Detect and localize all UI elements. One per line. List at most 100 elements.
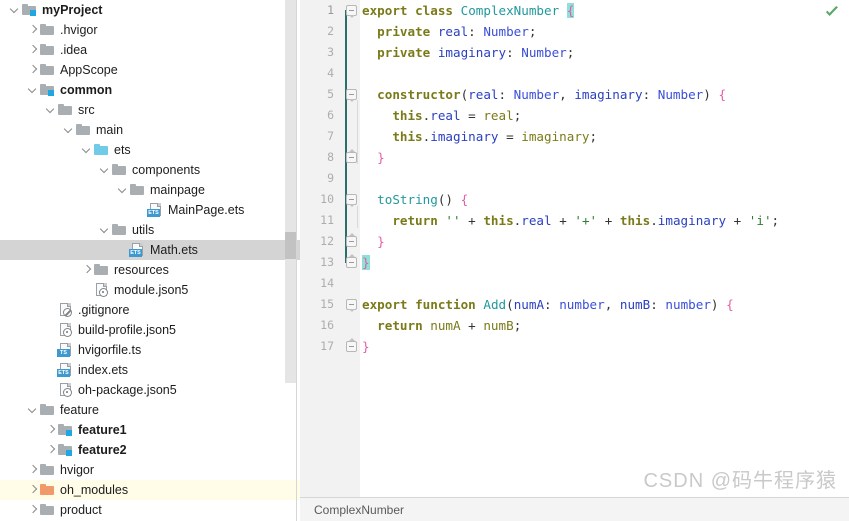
line-number[interactable]: 12: [300, 231, 334, 252]
line-number[interactable]: 3: [300, 42, 334, 63]
corner: [139, 243, 143, 247]
tree-item-common[interactable]: common: [0, 80, 300, 100]
code-line-10[interactable]: toString() {: [377, 189, 468, 210]
chevron-right-icon[interactable]: [26, 20, 39, 40]
tree-item-src[interactable]: src: [0, 100, 300, 120]
chevron-right-icon[interactable]: [26, 480, 39, 500]
line-number[interactable]: 2: [300, 21, 334, 42]
fold-marker-line-10[interactable]: [346, 194, 357, 207]
chevron-down-icon[interactable]: [80, 140, 93, 160]
tree-item-math-ets[interactable]: ETS Math.ets: [0, 240, 300, 260]
tree-item-myproject[interactable]: myProject: [0, 0, 300, 20]
fold-marker-line-12[interactable]: [346, 233, 357, 247]
tree-item-label: .hvigor: [60, 23, 98, 37]
line-number[interactable]: 8: [300, 147, 334, 168]
chevron-right-icon[interactable]: [44, 440, 57, 460]
line-number[interactable]: 11: [300, 210, 334, 231]
code-line-6[interactable]: this.real = real;: [392, 105, 521, 126]
tree-item-feature2[interactable]: feature2: [0, 440, 300, 460]
line-number[interactable]: 5: [300, 84, 334, 105]
tree-scrollbar-thumb[interactable]: [285, 232, 296, 259]
tree-item-gitignore[interactable]: .gitignore: [0, 300, 300, 320]
tree-item-feature1[interactable]: feature1: [0, 420, 300, 440]
breadcrumb[interactable]: ComplexNumber: [314, 503, 404, 517]
line-number[interactable]: 10: [300, 189, 334, 210]
line-number[interactable]: 1: [300, 0, 334, 21]
code-token: =: [460, 108, 484, 123]
project-tree-panel[interactable]: myProject .hvigor .idea AppScope common src ma…: [0, 0, 300, 521]
chevron-down-icon[interactable]: [98, 220, 111, 240]
fold-marker-line-17[interactable]: [346, 338, 357, 352]
chevron-down-icon[interactable]: [26, 80, 39, 100]
tree-item-idea[interactable]: .idea: [0, 40, 300, 60]
chevron-right-icon[interactable]: [26, 500, 39, 520]
line-number[interactable]: 7: [300, 126, 334, 147]
fold-marker-line-15[interactable]: [346, 299, 357, 312]
code-line-15[interactable]: export function Add(numA: number, numB: …: [362, 294, 734, 315]
tree-item-oh-modules[interactable]: oh_modules: [0, 480, 300, 500]
fold-marker-line-8[interactable]: [346, 149, 357, 163]
code-line-1[interactable]: export class ComplexNumber {: [362, 0, 575, 21]
code-line-12[interactable]: }: [377, 231, 385, 252]
chevron-down-icon[interactable]: [44, 100, 57, 120]
tree-item-product[interactable]: product: [0, 500, 300, 520]
line-number[interactable]: 14: [300, 273, 334, 294]
code-line-2[interactable]: private real: Number;: [377, 21, 536, 42]
tree-item-label: utils: [132, 223, 155, 237]
chevron-right-icon[interactable]: [26, 40, 39, 60]
chevron-down-icon[interactable]: [116, 180, 129, 200]
tree-item-ets[interactable]: ets: [0, 140, 300, 160]
chevron-down-icon[interactable]: [98, 160, 111, 180]
line-number[interactable]: 13: [300, 252, 334, 273]
panel-divider[interactable]: [296, 0, 297, 521]
code-token: numB: [483, 318, 514, 333]
tree-item-main[interactable]: main: [0, 120, 300, 140]
editor-code-area[interactable]: export class ComplexNumber {private real…: [360, 0, 849, 497]
fold-marker-line-13[interactable]: [346, 254, 357, 268]
code-line-11[interactable]: return '' + this.real + '+' + this.imagi…: [392, 210, 779, 231]
code-line-7[interactable]: this.imaginary = imaginary;: [392, 126, 597, 147]
code-editor-panel[interactable]: 1 2 3 4 5 6 7 8 9 10 11 12 13 14 15 16 17 export class C…: [300, 0, 849, 521]
tree-item-feature[interactable]: feature: [0, 400, 300, 420]
editor-fold-column[interactable]: [340, 0, 360, 497]
tree-item-resources[interactable]: resources: [0, 260, 300, 280]
code-line-5[interactable]: constructor(real: Number, imaginary: Num…: [377, 84, 726, 105]
line-number[interactable]: 17: [300, 336, 334, 357]
code-line-13[interactable]: }: [362, 252, 370, 273]
line-number[interactable]: 16: [300, 315, 334, 336]
tree-item-mainpage-ets[interactable]: ETS MainPage.ets: [0, 200, 300, 220]
chevron-right-icon[interactable]: [80, 260, 93, 280]
tree-item-mainpage[interactable]: mainpage: [0, 180, 300, 200]
tree-item-oh-package-json5[interactable]: oh-package.json5: [0, 380, 300, 400]
tree-item-hvigor[interactable]: hvigor: [0, 460, 300, 480]
code-line-8[interactable]: }: [377, 147, 385, 168]
chevron-down-icon[interactable]: [62, 120, 75, 140]
chevron-right-icon[interactable]: [26, 460, 39, 480]
tree-item-utils[interactable]: utils: [0, 220, 300, 240]
editor-gutter[interactable]: 1 2 3 4 5 6 7 8 9 10 11 12 13 14 15 16 17: [300, 0, 340, 497]
project-tree-list[interactable]: myProject .hvigor .idea AppScope common src ma…: [0, 0, 300, 520]
tree-item-index-ets[interactable]: ETS index.ets: [0, 360, 300, 380]
tree-item-hvigor[interactable]: .hvigor: [0, 20, 300, 40]
line-number[interactable]: 9: [300, 168, 334, 189]
fold-marker-line-1[interactable]: [346, 5, 357, 18]
checkmark-icon[interactable]: [823, 4, 841, 20]
line-number[interactable]: 4: [300, 63, 334, 84]
tree-item-hvigorfile-ts[interactable]: TS hvigorfile.ts: [0, 340, 300, 360]
code-line-3[interactable]: private imaginary: Number;: [377, 42, 574, 63]
tree-item-components[interactable]: components: [0, 160, 300, 180]
tree-scrollbar-track[interactable]: [285, 0, 296, 383]
chevron-down-icon[interactable]: [26, 400, 39, 420]
line-number[interactable]: 6: [300, 105, 334, 126]
chevron-down-icon[interactable]: [8, 0, 21, 20]
folder-icon: [93, 262, 110, 278]
chevron-right-icon[interactable]: [26, 60, 39, 80]
code-line-17[interactable]: }: [362, 336, 370, 357]
fold-marker-line-5[interactable]: [346, 89, 357, 102]
tree-item-build-profile-json5[interactable]: build-profile.json5: [0, 320, 300, 340]
tree-item-module-json5[interactable]: module.json5: [0, 280, 300, 300]
line-number[interactable]: 15: [300, 294, 334, 315]
chevron-right-icon[interactable]: [44, 420, 57, 440]
code-line-16[interactable]: return numA + numB;: [377, 315, 521, 336]
tree-item-appscope[interactable]: AppScope: [0, 60, 300, 80]
